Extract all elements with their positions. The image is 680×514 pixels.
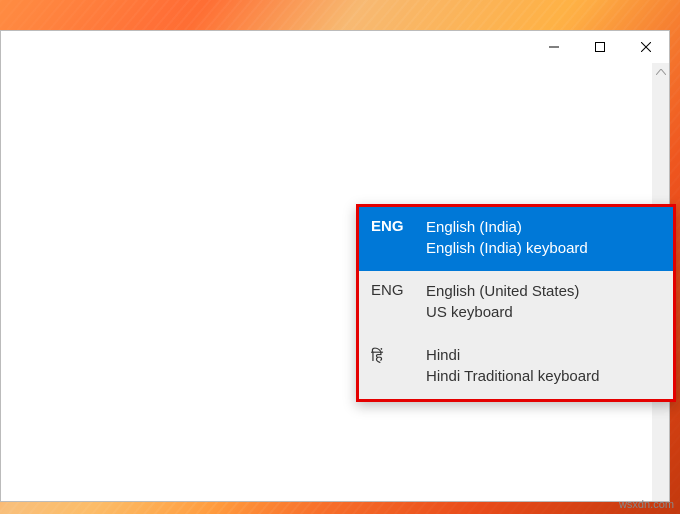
maximize-button[interactable] xyxy=(577,31,623,63)
maximize-icon xyxy=(595,42,605,52)
language-option-hindi[interactable]: हिं Hindi Hindi Traditional keyboard xyxy=(359,335,673,399)
window-controls xyxy=(531,31,669,63)
language-keyboard: English (India) keyboard xyxy=(426,238,661,259)
language-switcher-popup: ENG English (India) English (India) keyb… xyxy=(356,204,676,402)
watermark: wsxdn.com xyxy=(619,499,674,511)
language-keyboard: US keyboard xyxy=(426,302,661,323)
language-indicator: ENG xyxy=(371,281,426,299)
language-details: English (India) English (India) keyboard xyxy=(426,217,661,259)
close-button[interactable] xyxy=(623,31,669,63)
language-keyboard: Hindi Traditional keyboard xyxy=(426,366,661,387)
close-icon xyxy=(641,42,651,52)
language-option-english-us[interactable]: ENG English (United States) US keyboard xyxy=(359,271,673,335)
language-indicator: ENG xyxy=(371,217,426,235)
title-bar xyxy=(1,31,669,63)
language-option-english-india[interactable]: ENG English (India) English (India) keyb… xyxy=(359,207,673,271)
language-details: Hindi Hindi Traditional keyboard xyxy=(426,345,661,387)
language-indicator: हिं xyxy=(371,345,426,366)
language-name: Hindi xyxy=(426,345,661,366)
language-name: English (India) xyxy=(426,217,661,238)
minimize-button[interactable] xyxy=(531,31,577,63)
scroll-up-arrow-icon[interactable] xyxy=(652,63,669,80)
minimize-icon xyxy=(549,42,559,52)
language-details: English (United States) US keyboard xyxy=(426,281,661,323)
language-name: English (United States) xyxy=(426,281,661,302)
